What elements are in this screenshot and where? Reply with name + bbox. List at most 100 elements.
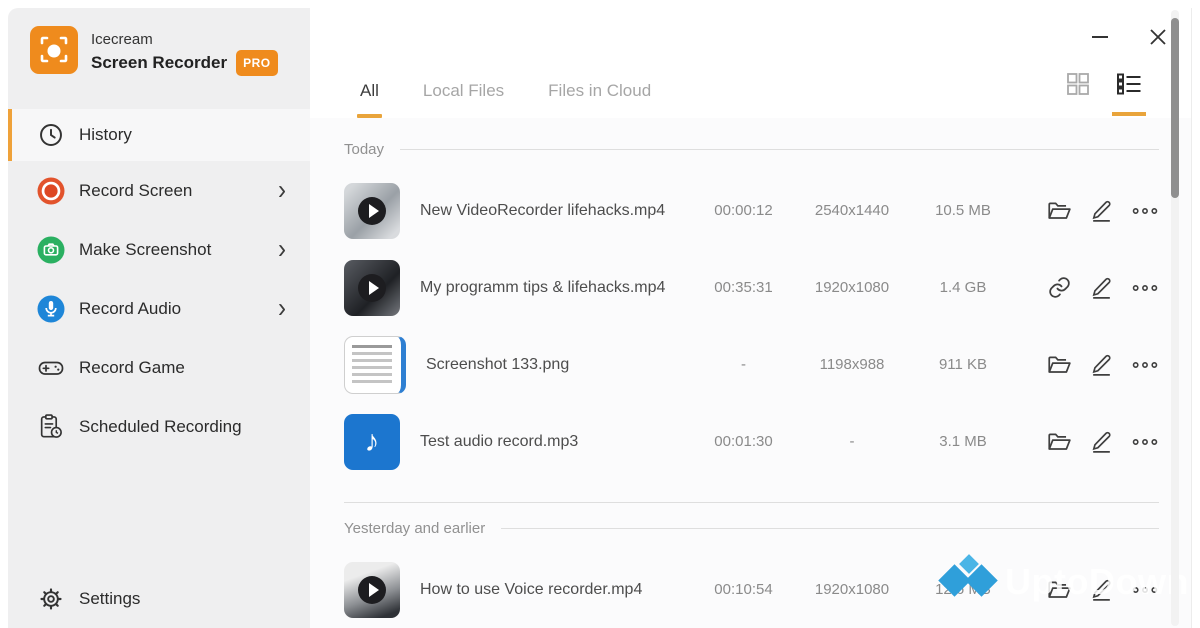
minimize-button[interactable]	[1089, 26, 1111, 48]
grid-view-icon[interactable]	[1065, 71, 1091, 108]
more-options-button[interactable]	[1131, 282, 1159, 294]
sidebar-item-make-screenshot[interactable]: Make Screenshot ›	[8, 220, 310, 279]
file-resolution: 1920x1080	[791, 581, 913, 598]
sidebar-nav: History Record Screen › Make Screenshot …	[8, 109, 310, 456]
clipboard-clock-icon	[35, 411, 66, 442]
topbar: All Local Files Files in Cloud	[310, 8, 1191, 118]
rename-button[interactable]	[1089, 577, 1114, 602]
sidebar-item-record-screen[interactable]: Record Screen ›	[8, 161, 310, 220]
sidebar-item-settings[interactable]: Settings	[8, 570, 310, 628]
app-logo: Icecream Screen Recorder PRO	[8, 8, 310, 95]
sidebar: Icecream Screen Recorder PRO History Rec…	[8, 8, 310, 628]
video-thumbnail[interactable]	[344, 260, 400, 316]
settings-label: Settings	[79, 589, 140, 609]
video-thumbnail[interactable]	[344, 183, 400, 239]
rename-button[interactable]	[1089, 275, 1114, 300]
window-controls	[1089, 26, 1169, 48]
file-size: 911 KB	[913, 356, 1013, 373]
brand-line1: Icecream	[91, 30, 278, 50]
more-options-button[interactable]	[1131, 205, 1159, 217]
sidebar-item-label: Scheduled Recording	[79, 417, 242, 437]
open-folder-button[interactable]	[1046, 429, 1072, 455]
file-duration: 00:35:31	[696, 279, 791, 296]
table-row[interactable]: Screenshot 133.png - 1198x988 911 KB	[344, 326, 1159, 403]
tab-local-files[interactable]: Local Files	[423, 81, 504, 118]
open-folder-button[interactable]	[1046, 198, 1072, 224]
play-icon	[358, 274, 386, 302]
audio-thumbnail[interactable]: ♪	[344, 414, 400, 470]
microphone-icon	[35, 293, 66, 324]
history-list: Today New VideoRecorder lifehacks.mp4 00…	[310, 118, 1191, 628]
sidebar-item-scheduled-recording[interactable]: Scheduled Recording	[8, 397, 310, 456]
more-options-button[interactable]	[1131, 436, 1159, 448]
file-name: Test audio record.mp3	[420, 433, 696, 451]
file-size: 3.1 MB	[913, 433, 1013, 450]
file-resolution: 1198x988	[791, 356, 913, 373]
image-thumbnail[interactable]	[344, 336, 406, 394]
file-size: 10.5 MB	[913, 202, 1013, 219]
rename-button[interactable]	[1089, 198, 1114, 223]
file-duration: -	[696, 356, 791, 373]
sidebar-item-label: Record Audio	[79, 299, 181, 319]
tab-files-in-cloud[interactable]: Files in Cloud	[548, 81, 651, 118]
chevron-right-icon: ›	[278, 177, 286, 205]
chevron-right-icon: ›	[278, 295, 286, 323]
app-window: Icecream Screen Recorder PRO History Rec…	[8, 8, 1192, 628]
tab-bar: All Local Files Files in Cloud	[360, 81, 651, 118]
sidebar-item-record-audio[interactable]: Record Audio ›	[8, 279, 310, 338]
sidebar-item-label: Record Screen	[79, 181, 192, 201]
file-name: New VideoRecorder lifehacks.mp4	[420, 202, 696, 220]
rename-button[interactable]	[1089, 352, 1114, 377]
file-duration: 00:00:12	[696, 202, 791, 219]
open-folder-button[interactable]	[1046, 577, 1072, 603]
section-title: Today	[344, 141, 384, 158]
main-panel: All Local Files Files in Cloud Today	[310, 8, 1192, 628]
sidebar-item-record-game[interactable]: Record Game	[8, 338, 310, 397]
sidebar-item-label: History	[79, 125, 132, 145]
clock-icon	[35, 120, 66, 151]
file-duration: 00:01:30	[696, 433, 791, 450]
gamepad-icon	[35, 352, 66, 383]
record-icon	[35, 175, 66, 206]
rename-button[interactable]	[1089, 429, 1114, 454]
music-note-icon: ♪	[365, 425, 380, 459]
view-toggles	[1065, 71, 1143, 108]
section-title: Yesterday and earlier	[344, 520, 485, 537]
play-icon	[358, 576, 386, 604]
play-icon	[358, 197, 386, 225]
open-folder-button[interactable]	[1046, 352, 1072, 378]
app-logo-icon	[30, 26, 78, 79]
file-size: 12.6 MB	[913, 581, 1013, 598]
file-name: My programm tips & lifehacks.mp4	[420, 279, 696, 297]
file-resolution: -	[791, 433, 913, 450]
close-button[interactable]	[1147, 26, 1169, 48]
table-row[interactable]: My programm tips & lifehacks.mp4 00:35:3…	[344, 249, 1159, 326]
file-resolution: 2540x1440	[791, 202, 913, 219]
sidebar-item-label: Make Screenshot	[79, 240, 211, 260]
scrollbar-thumb[interactable]	[1171, 18, 1179, 198]
file-resolution: 1920x1080	[791, 279, 913, 296]
more-options-button[interactable]	[1131, 584, 1159, 596]
sidebar-item-history[interactable]: History	[8, 109, 310, 161]
file-duration: 00:10:54	[696, 581, 791, 598]
table-row[interactable]: How to use Voice recorder.mp4 00:10:54 1…	[344, 551, 1159, 628]
camera-icon	[35, 234, 66, 265]
section-header-yesterday: Yesterday and earlier	[344, 503, 1159, 551]
list-view-icon[interactable]	[1115, 71, 1143, 108]
section-divider-line	[400, 149, 1159, 150]
file-name: Screenshot 133.png	[426, 356, 696, 374]
sidebar-item-label: Record Game	[79, 358, 185, 378]
more-options-button[interactable]	[1131, 359, 1159, 371]
gear-icon	[35, 584, 66, 615]
section-divider-line	[501, 528, 1159, 529]
section-header-today: Today	[344, 118, 1159, 172]
copy-link-button[interactable]	[1047, 275, 1072, 300]
brand-line2: Screen Recorder	[91, 52, 227, 74]
file-name: How to use Voice recorder.mp4	[420, 581, 696, 599]
table-row[interactable]: ♪ Test audio record.mp3 00:01:30 - 3.1 M…	[344, 403, 1159, 480]
table-row[interactable]: New VideoRecorder lifehacks.mp4 00:00:12…	[344, 172, 1159, 249]
file-size: 1.4 GB	[913, 279, 1013, 296]
tab-all[interactable]: All	[360, 81, 379, 118]
pro-badge: PRO	[236, 50, 278, 76]
video-thumbnail[interactable]	[344, 562, 400, 618]
